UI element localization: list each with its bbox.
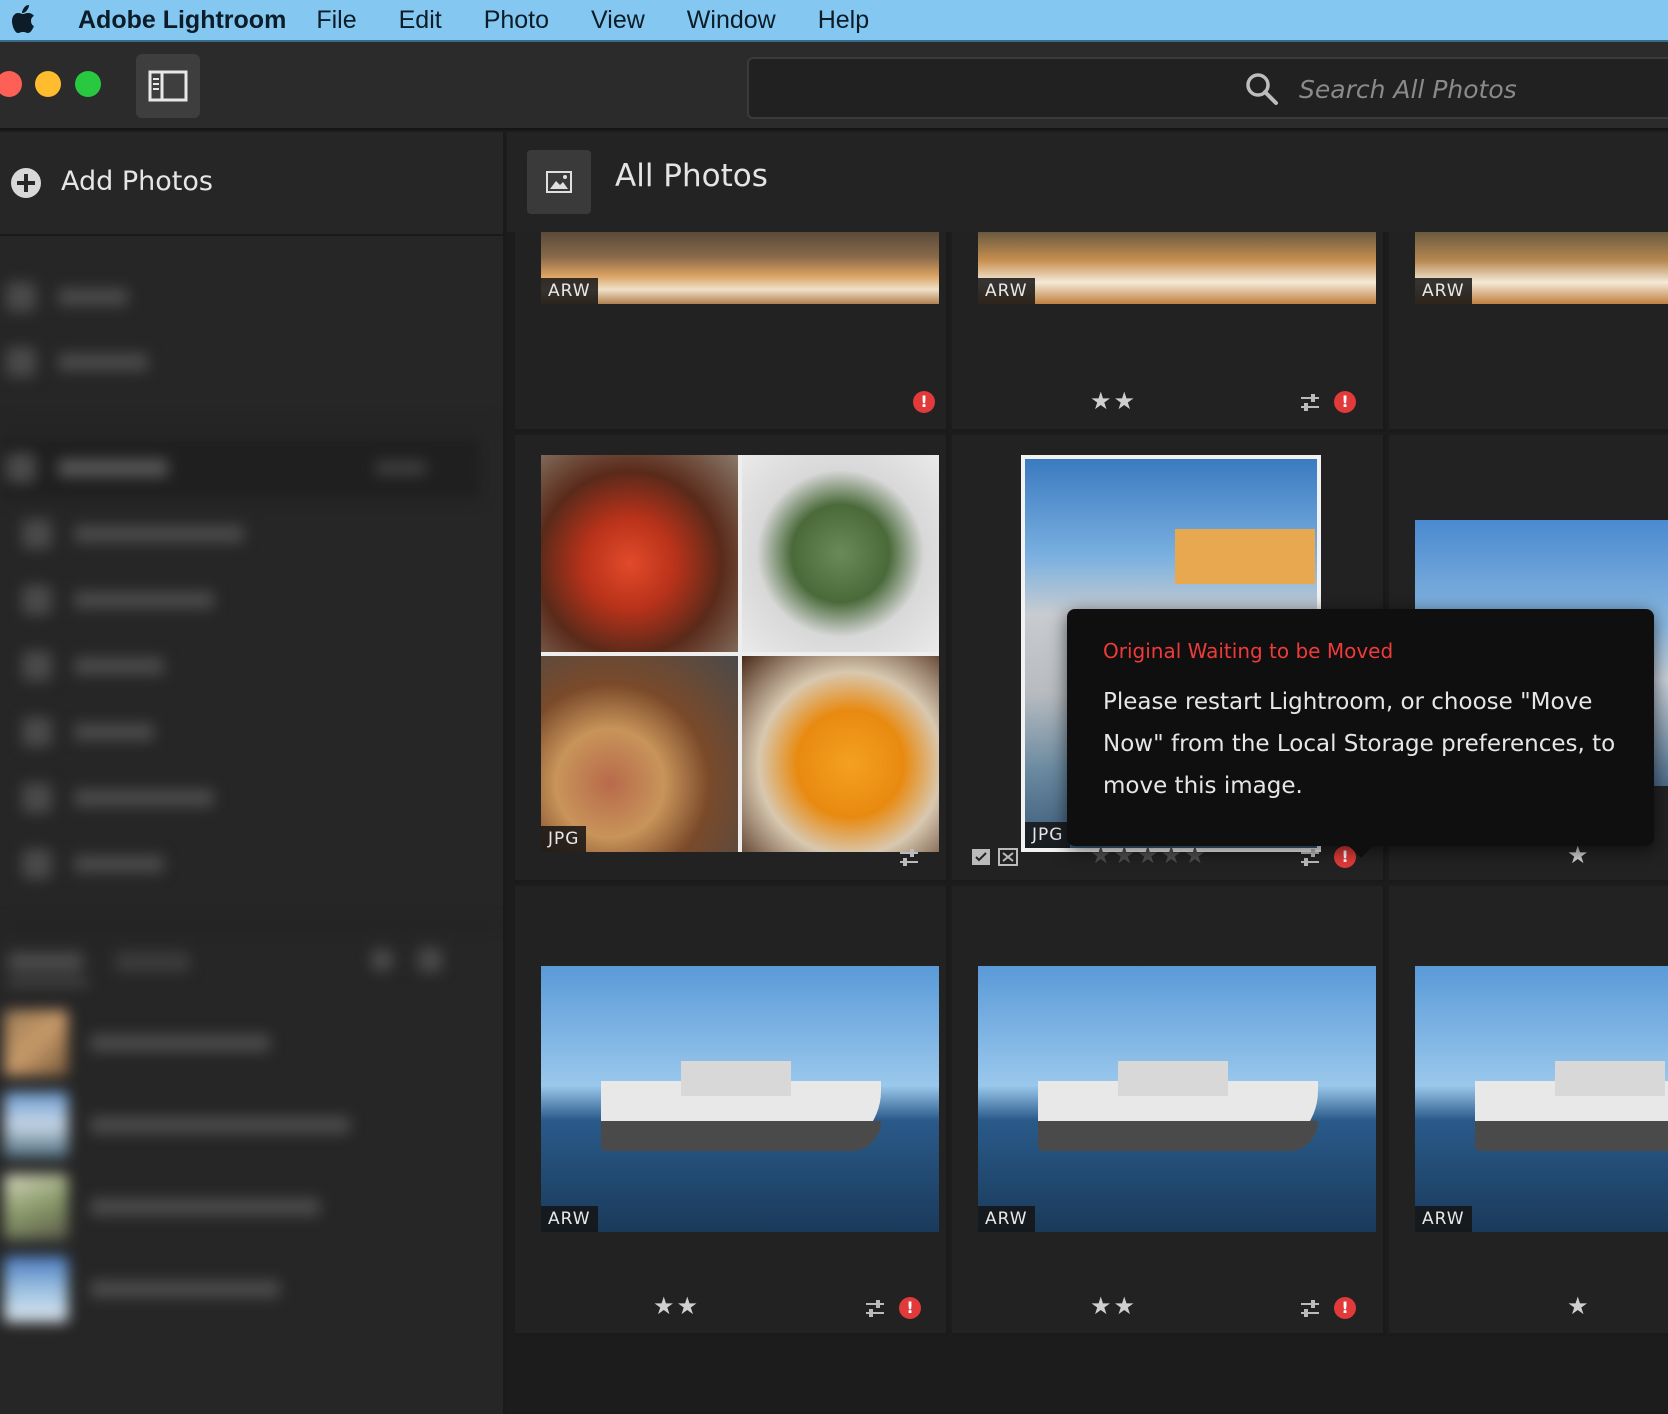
adjust-icon — [900, 849, 918, 866]
format-badge: ARW — [1415, 1206, 1472, 1232]
format-badge: ARW — [541, 1206, 598, 1232]
album-thumbnail[interactable] — [4, 1092, 68, 1158]
sidebar-item[interactable] — [22, 778, 462, 818]
apple-icon[interactable] — [0, 0, 46, 41]
star-rating[interactable]: ★ — [1567, 1292, 1591, 1320]
search-bar[interactable] — [747, 57, 1668, 119]
main-header: All Photos — [507, 132, 1668, 232]
photo-cell[interactable]: ARW ★ — [1389, 886, 1668, 1336]
star-rating[interactable]: ★★ — [1090, 1292, 1137, 1320]
warning-icon[interactable]: ! — [1334, 391, 1356, 413]
photo-thumbnail[interactable]: ARW — [978, 966, 1376, 1232]
menu-help[interactable]: Help — [818, 6, 869, 35]
warning-icon[interactable]: ! — [913, 391, 935, 413]
sidebar-item[interactable] — [6, 342, 148, 382]
photo-grid-icon[interactable] — [527, 150, 591, 214]
title-bar — [0, 42, 1668, 130]
reject-flag-icon[interactable] — [998, 847, 1018, 867]
zoom-window-button[interactable] — [75, 71, 101, 97]
adjust-icon — [866, 1300, 884, 1317]
format-badge: ARW — [1415, 278, 1472, 304]
menu-view[interactable]: View — [591, 6, 645, 35]
tooltip-title: Original Waiting to be Moved — [1103, 639, 1394, 663]
album-thumbnail[interactable] — [4, 1256, 68, 1322]
sidebar-item[interactable] — [22, 844, 462, 884]
photo-cell[interactable]: JPG — [515, 435, 949, 883]
sidebar-item[interactable] — [6, 448, 466, 488]
menu-window[interactable]: Window — [687, 6, 776, 35]
adjust-icon — [1301, 394, 1319, 411]
sidebar-item[interactable] — [6, 277, 128, 317]
photo-thumbnail[interactable]: ARW — [1415, 232, 1668, 304]
photo-thumbnail[interactable]: ARW — [1415, 966, 1668, 1232]
app-menu[interactable]: Adobe Lightroom — [78, 6, 286, 35]
adjust-icon — [1301, 849, 1319, 866]
album-thumbnail[interactable] — [4, 1010, 68, 1076]
menu-bar: Adobe Lightroom File Edit Photo View Win… — [0, 0, 1668, 42]
format-badge: JPG — [541, 826, 587, 852]
sidebar-item[interactable] — [22, 712, 462, 752]
menu-edit[interactable]: Edit — [399, 6, 442, 35]
photo-thumbnail[interactable]: ARW — [541, 232, 939, 304]
search-input[interactable] — [1299, 69, 1668, 109]
close-window-button[interactable] — [0, 71, 22, 97]
add-photos-button[interactable]: Add Photos — [0, 132, 503, 236]
format-badge: ARW — [978, 1206, 1035, 1232]
add-photos-label: Add Photos — [61, 166, 213, 197]
sidebar-item[interactable] — [22, 580, 462, 620]
tooltip: Original Waiting to be Moved Please rest… — [1067, 609, 1654, 858]
photo-cell[interactable]: ARW ! — [515, 232, 949, 432]
photo-cell[interactable]: ARW ★★ ! — [952, 232, 1386, 432]
photo-thumbnail[interactable]: ARW — [978, 232, 1376, 304]
tooltip-body: Please restart Lightroom, or choose "Mov… — [1103, 689, 1616, 799]
sidebar-toggle-icon — [148, 70, 188, 102]
sidebar-toggle-button[interactable] — [136, 54, 200, 118]
menu-photo[interactable]: Photo — [484, 6, 549, 35]
sidebar-item[interactable] — [22, 514, 462, 554]
photo-thumbnail[interactable]: JPG — [541, 455, 939, 852]
warning-icon[interactable]: ! — [899, 1297, 921, 1319]
add-icon — [11, 168, 41, 198]
pick-flag-icon[interactable] — [971, 847, 991, 867]
photo-cell[interactable]: ARW ★★ ! — [515, 886, 949, 1336]
photo-cell[interactable]: ARW — [1389, 232, 1668, 432]
format-badge: ARW — [541, 278, 598, 304]
adjust-icon — [1301, 1300, 1319, 1317]
format-badge: JPG — [1025, 822, 1071, 848]
search-icon — [1246, 73, 1278, 105]
warning-icon[interactable]: ! — [1334, 1297, 1356, 1319]
minimize-window-button[interactable] — [35, 71, 61, 97]
menu-file[interactable]: File — [316, 6, 356, 35]
format-badge: ARW — [978, 278, 1035, 304]
star-rating[interactable]: ★★ — [653, 1292, 700, 1320]
sidebar: Add Photos — [0, 132, 505, 1414]
page-title: All Photos — [615, 158, 768, 194]
photo-cell[interactable]: ARW ★★ ! — [952, 886, 1386, 1336]
sidebar-item[interactable] — [22, 646, 462, 686]
photo-thumbnail[interactable]: ARW — [541, 966, 939, 1232]
star-rating[interactable]: ★★ — [1090, 387, 1137, 415]
album-thumbnail[interactable] — [4, 1174, 68, 1240]
